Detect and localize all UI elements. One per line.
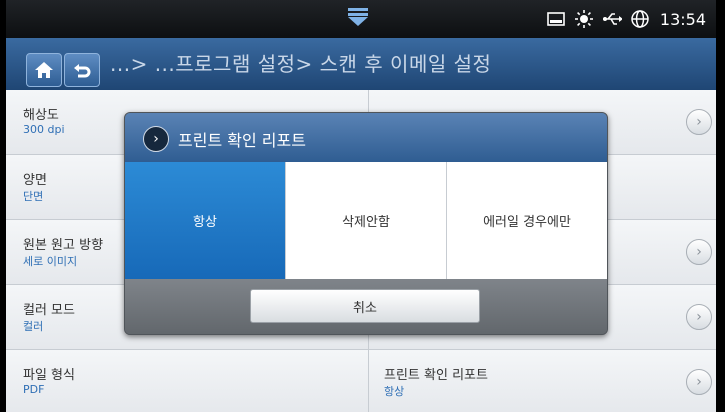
dialog-title: 프린트 확인 리포트: [178, 131, 306, 150]
chevron-right-icon[interactable]: ›: [686, 369, 712, 395]
status-bar: 13:54: [6, 0, 716, 38]
globe-icon: [630, 9, 650, 29]
screen: 13:54 ...> ...프로그램 설정> 스캔 후 이메일 설정 해상도 3…: [6, 0, 716, 412]
chevron-right-icon[interactable]: ›: [686, 109, 712, 135]
setting-label: 원본 원고 방향: [23, 238, 104, 253]
setting-label: 양면: [23, 173, 47, 188]
confirmation-report-dialog: › 프린트 확인 리포트 항상 삭제안함 에러일 경우에만 취소: [124, 112, 608, 335]
usb-icon: [602, 9, 622, 29]
dialog-title-bar: › 프린트 확인 리포트: [125, 113, 607, 162]
setting-value: PDF: [23, 383, 45, 396]
sun-icon: [574, 9, 594, 29]
setting-label-confirmation-report: 프린트 확인 리포트: [384, 368, 488, 383]
back-icon: [74, 64, 91, 78]
header: ...> ...프로그램 설정> 스캔 후 이메일 설정: [6, 38, 716, 90]
tray-icon: [546, 9, 566, 29]
back-button[interactable]: [64, 53, 100, 87]
home-icon: [35, 62, 53, 78]
breadcrumb: ...> ...프로그램 설정> 스캔 후 이메일 설정: [110, 52, 492, 76]
setting-row-file-format[interactable]: 파일 형식 PDF 프린트 확인 리포트 항상 ›: [6, 350, 716, 412]
clock: 13:54: [659, 9, 706, 29]
chevron-right-icon[interactable]: ›: [686, 304, 712, 330]
option-never[interactable]: 삭제안함: [286, 162, 447, 279]
setting-label: 파일 형식: [23, 368, 75, 383]
option-on-error-only[interactable]: 에러일 경우에만: [447, 162, 607, 279]
option-group: 항상 삭제안함 에러일 경우에만: [125, 162, 607, 279]
dialog-footer: 취소: [125, 279, 607, 334]
cancel-button[interactable]: 취소: [250, 289, 480, 323]
chevron-right-icon: ›: [143, 126, 169, 152]
setting-value: 300 dpi: [23, 123, 65, 136]
pull-down-handle-icon[interactable]: [346, 8, 370, 28]
home-button[interactable]: [26, 53, 62, 87]
option-always[interactable]: 항상: [125, 162, 286, 279]
setting-label: 해상도: [23, 108, 59, 123]
chevron-right-icon[interactable]: ›: [686, 239, 712, 265]
setting-value: 단면: [23, 190, 44, 203]
setting-value: 세로 이미지: [23, 255, 78, 268]
setting-value-confirmation-report: 항상: [384, 385, 405, 398]
setting-label: 컬러 모드: [23, 303, 75, 318]
setting-value: 컬러: [23, 320, 44, 333]
